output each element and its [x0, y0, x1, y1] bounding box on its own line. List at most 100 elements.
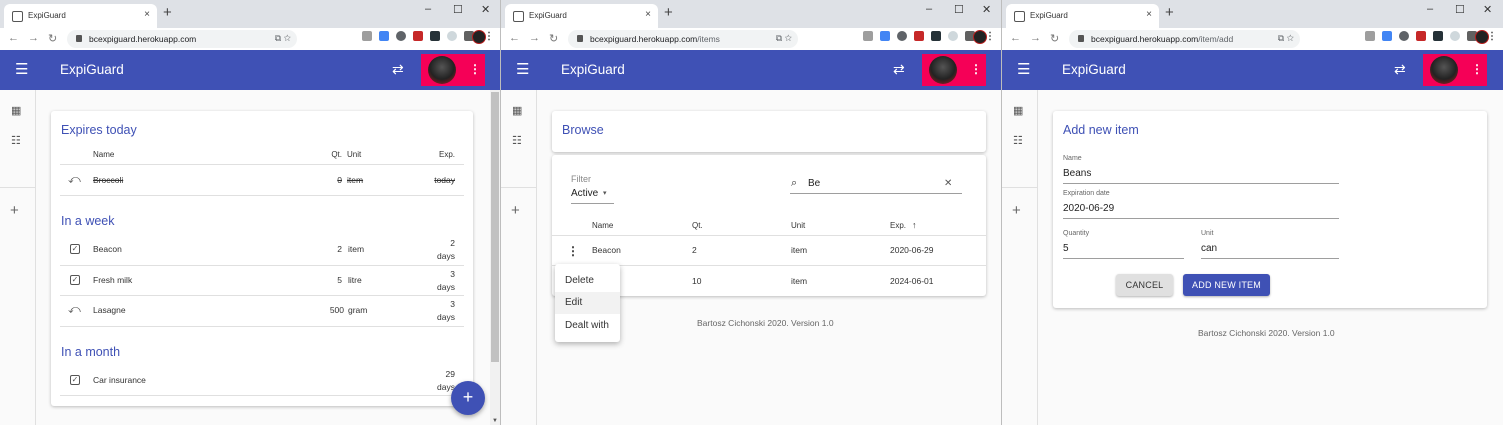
- add-icon[interactable]: +: [10, 203, 19, 218]
- column-header-unit[interactable]: Unit: [791, 221, 805, 230]
- column-header-qty[interactable]: Qt.: [692, 221, 703, 230]
- menu-item-edit[interactable]: Edit: [565, 297, 582, 308]
- extension-icon[interactable]: [948, 31, 958, 41]
- shield-icon[interactable]: [897, 31, 907, 41]
- checkbox-done-icon[interactable]: ✓: [70, 275, 80, 285]
- new-tab-button[interactable]: +: [1165, 5, 1174, 20]
- list-icon[interactable]: ☷: [11, 134, 21, 147]
- undo-icon[interactable]: ⤺: [68, 302, 81, 317]
- new-tab-button[interactable]: +: [163, 5, 172, 20]
- menu-item-dealt-with[interactable]: Dealt with: [565, 320, 609, 331]
- omnibox[interactable]: bcexpiguard.herokuapp.com ⧉ ☆: [67, 30, 297, 48]
- minimize-button[interactable]: –: [425, 3, 431, 15]
- scrollbar[interactable]: ▼: [490, 90, 500, 425]
- extension-icon[interactable]: [1450, 31, 1460, 41]
- maximize-button[interactable]: ☐: [453, 3, 463, 16]
- forward-icon[interactable]: →: [1030, 32, 1041, 44]
- extension-icon[interactable]: [863, 31, 873, 41]
- clear-search-icon[interactable]: ✕: [944, 178, 952, 189]
- maximize-button[interactable]: ☐: [1455, 3, 1465, 16]
- maximize-button[interactable]: ☐: [954, 3, 964, 16]
- shield-icon[interactable]: [1399, 31, 1409, 41]
- column-header-exp[interactable]: Exp.: [890, 221, 906, 230]
- minimize-button[interactable]: –: [926, 3, 932, 15]
- window-close-button[interactable]: ✕: [982, 3, 991, 16]
- add-item-heading: Add new item: [1063, 123, 1139, 137]
- browser-tab[interactable]: ExpiGuard ×: [1006, 4, 1159, 28]
- react-icon[interactable]: [1433, 31, 1443, 41]
- translate-icon[interactable]: [379, 31, 389, 41]
- tab-close-icon[interactable]: ×: [1146, 9, 1152, 20]
- browser-tab[interactable]: ExpiGuard ×: [505, 4, 658, 28]
- scroll-down-icon[interactable]: ▼: [492, 418, 498, 424]
- column-header-name[interactable]: Name: [592, 221, 613, 230]
- shield-icon[interactable]: [396, 31, 406, 41]
- extension-icon[interactable]: [362, 31, 372, 41]
- add-new-item-button[interactable]: ADD NEW ITEM: [1183, 274, 1270, 296]
- swap-icon[interactable]: ⇄: [893, 61, 905, 78]
- browser-tab[interactable]: ExpiGuard ×: [4, 4, 157, 28]
- user-menu-button[interactable]: ⋮: [421, 54, 485, 86]
- minimize-button[interactable]: –: [1427, 3, 1433, 15]
- expiration-date-input[interactable]: 2020-06-29: [1063, 203, 1114, 214]
- react-icon[interactable]: [931, 31, 941, 41]
- reload-icon[interactable]: ↻: [48, 32, 57, 45]
- name-input[interactable]: Beans: [1063, 168, 1091, 179]
- translate-icon[interactable]: [880, 31, 890, 41]
- bookmark-star-icon[interactable]: ⧉ ☆: [1278, 33, 1294, 44]
- bookmark-star-icon[interactable]: ⧉ ☆: [776, 33, 792, 44]
- reload-icon[interactable]: ↻: [1050, 32, 1059, 45]
- reload-icon[interactable]: ↻: [549, 32, 558, 45]
- hamburger-menu-icon[interactable]: ☰: [15, 62, 28, 77]
- quantity-input[interactable]: 5: [1063, 243, 1069, 254]
- list-icon[interactable]: ☷: [1013, 134, 1023, 147]
- browser-menu-icon[interactable]: ⋮: [484, 31, 494, 42]
- window-close-button[interactable]: ✕: [481, 3, 490, 16]
- cancel-button[interactable]: CANCEL: [1116, 274, 1173, 296]
- undo-icon[interactable]: ⤺: [68, 172, 81, 187]
- checkbox-done-icon[interactable]: ✓: [70, 244, 80, 254]
- sort-ascending-icon[interactable]: ↑: [912, 220, 917, 230]
- hamburger-menu-icon[interactable]: ☰: [516, 62, 529, 77]
- browser-menu-icon[interactable]: ⋮: [985, 31, 995, 42]
- extension-icon[interactable]: [413, 31, 423, 41]
- dashboard-icon[interactable]: ▦: [1013, 104, 1023, 117]
- forward-icon[interactable]: →: [529, 32, 540, 44]
- tab-close-icon[interactable]: ×: [144, 9, 150, 20]
- unit-input[interactable]: can: [1201, 243, 1217, 254]
- list-icon[interactable]: ☷: [512, 134, 522, 147]
- browser-menu-icon[interactable]: ⋮: [1487, 31, 1497, 42]
- back-icon[interactable]: ←: [8, 32, 19, 44]
- extension-icon[interactable]: [1365, 31, 1375, 41]
- swap-icon[interactable]: ⇄: [392, 61, 404, 78]
- add-icon[interactable]: +: [511, 203, 520, 218]
- bookmark-star-icon[interactable]: ⧉ ☆: [275, 33, 291, 44]
- back-icon[interactable]: ←: [509, 32, 520, 44]
- tab-close-icon[interactable]: ×: [645, 9, 651, 20]
- user-menu-button[interactable]: ⋮: [922, 54, 986, 86]
- forward-icon[interactable]: →: [28, 32, 39, 44]
- expiration-date-underline: [1063, 218, 1339, 219]
- dashboard-icon[interactable]: ▦: [11, 104, 21, 117]
- swap-icon[interactable]: ⇄: [1394, 61, 1406, 78]
- dashboard-icon[interactable]: ▦: [512, 104, 522, 117]
- new-tab-button[interactable]: +: [664, 5, 673, 20]
- hamburger-menu-icon[interactable]: ☰: [1017, 62, 1030, 77]
- add-icon[interactable]: +: [1012, 203, 1021, 218]
- react-icon[interactable]: [430, 31, 440, 41]
- checkbox-done-icon[interactable]: ✓: [70, 375, 80, 385]
- omnibox[interactable]: bcexpiguard.herokuapp.com/items ⧉ ☆: [568, 30, 798, 48]
- add-item-fab[interactable]: +: [451, 381, 485, 415]
- extension-icon[interactable]: [914, 31, 924, 41]
- omnibox[interactable]: bcexpiguard.herokuapp.com/item/add ⧉ ☆: [1069, 30, 1300, 48]
- search-input[interactable]: Be: [808, 178, 820, 189]
- extension-icon[interactable]: [447, 31, 457, 41]
- window-close-button[interactable]: ✕: [1483, 3, 1492, 16]
- scrollbar-thumb[interactable]: [491, 92, 499, 362]
- user-menu-button[interactable]: ⋮: [1423, 54, 1487, 86]
- extension-icon[interactable]: [1416, 31, 1426, 41]
- back-icon[interactable]: ←: [1010, 32, 1021, 44]
- menu-item-delete[interactable]: Delete: [565, 275, 594, 286]
- row-menu-icon[interactable]: ⋮: [567, 244, 579, 258]
- translate-icon[interactable]: [1382, 31, 1392, 41]
